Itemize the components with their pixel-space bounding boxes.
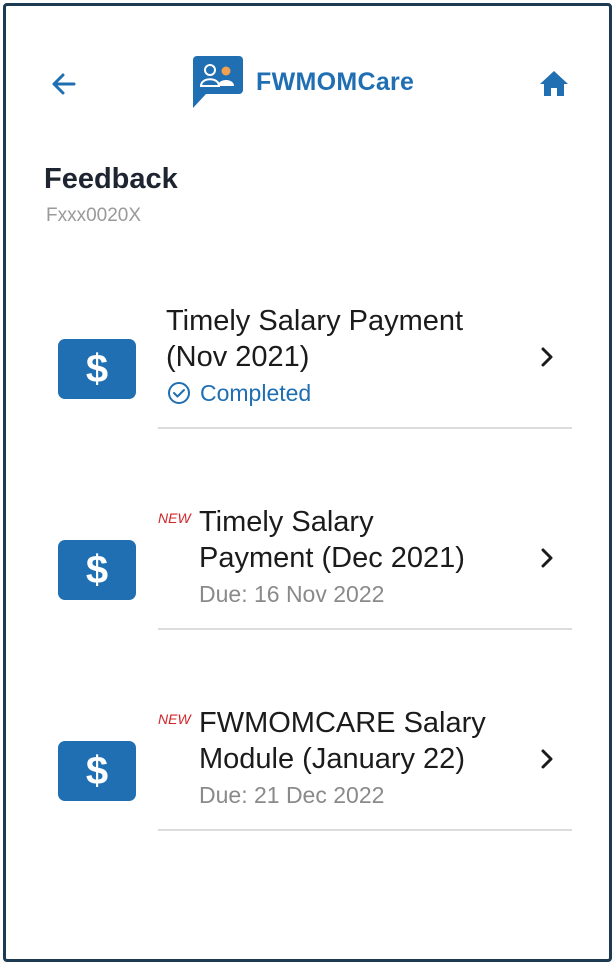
svg-text:$: $	[86, 549, 108, 591]
feedback-item[interactable]: $ Timely Salary Payment (Nov 2021) Compl…	[6, 291, 609, 461]
brand: FWMOMCare	[190, 52, 414, 112]
home-icon	[540, 71, 568, 96]
item-text: FWMOMCARE Salary Module (January 22) Due…	[199, 705, 499, 809]
due-date: Due: 16 Nov 2022	[199, 581, 385, 607]
item-title-line1: Timely Salary	[199, 506, 374, 538]
svg-text:$: $	[86, 348, 108, 390]
home-button[interactable]	[534, 64, 574, 104]
item-title-line2: (Nov 2021)	[166, 341, 310, 373]
svg-text:$: $	[86, 750, 108, 792]
item-text: Timely Salary Payment (Nov 2021) Complet…	[166, 303, 466, 407]
divider	[158, 628, 572, 630]
chevron-right-icon	[541, 749, 553, 769]
check-circle-icon	[168, 382, 190, 404]
status-completed: Completed	[166, 379, 466, 407]
dollar-icon: $	[58, 339, 136, 399]
chat-users-logo-icon	[190, 54, 246, 110]
item-title-line1: FWMOMCARE Salary	[199, 707, 486, 739]
new-badge: NEW	[158, 711, 191, 727]
app-header: FWMOMCare	[6, 46, 609, 116]
item-title-line2: Payment (Dec 2021)	[199, 542, 465, 574]
feedback-item[interactable]: $ NEW FWMOMCARE Salary Module (January 2…	[6, 693, 609, 863]
item-title-line1: Timely Salary Payment	[166, 305, 464, 337]
chevron-right-icon	[541, 548, 553, 568]
chevron-right-icon	[541, 347, 553, 367]
arrow-back-icon	[52, 73, 76, 95]
divider	[158, 427, 572, 429]
app-frame: FWMOMCare Feedback Fxxx0020X $ Timely Sa…	[3, 3, 612, 962]
new-badge: NEW	[158, 510, 191, 526]
divider	[158, 829, 572, 831]
brand-name: FWMOMCare	[256, 67, 415, 96]
back-button[interactable]	[44, 64, 84, 104]
page-subtitle: Fxxx0020X	[46, 205, 142, 226]
due-date: Due: 21 Dec 2022	[199, 782, 385, 808]
feedback-item[interactable]: $ NEW Timely Salary Payment (Dec 2021) D…	[6, 492, 609, 662]
item-title-line2: Module (January 22)	[199, 743, 465, 775]
dollar-icon: $	[58, 540, 136, 600]
page-title: Feedback	[44, 163, 178, 195]
status-label: Completed	[200, 380, 312, 406]
dollar-icon: $	[58, 741, 136, 801]
item-text: Timely Salary Payment (Dec 2021) Due: 16…	[199, 504, 499, 608]
